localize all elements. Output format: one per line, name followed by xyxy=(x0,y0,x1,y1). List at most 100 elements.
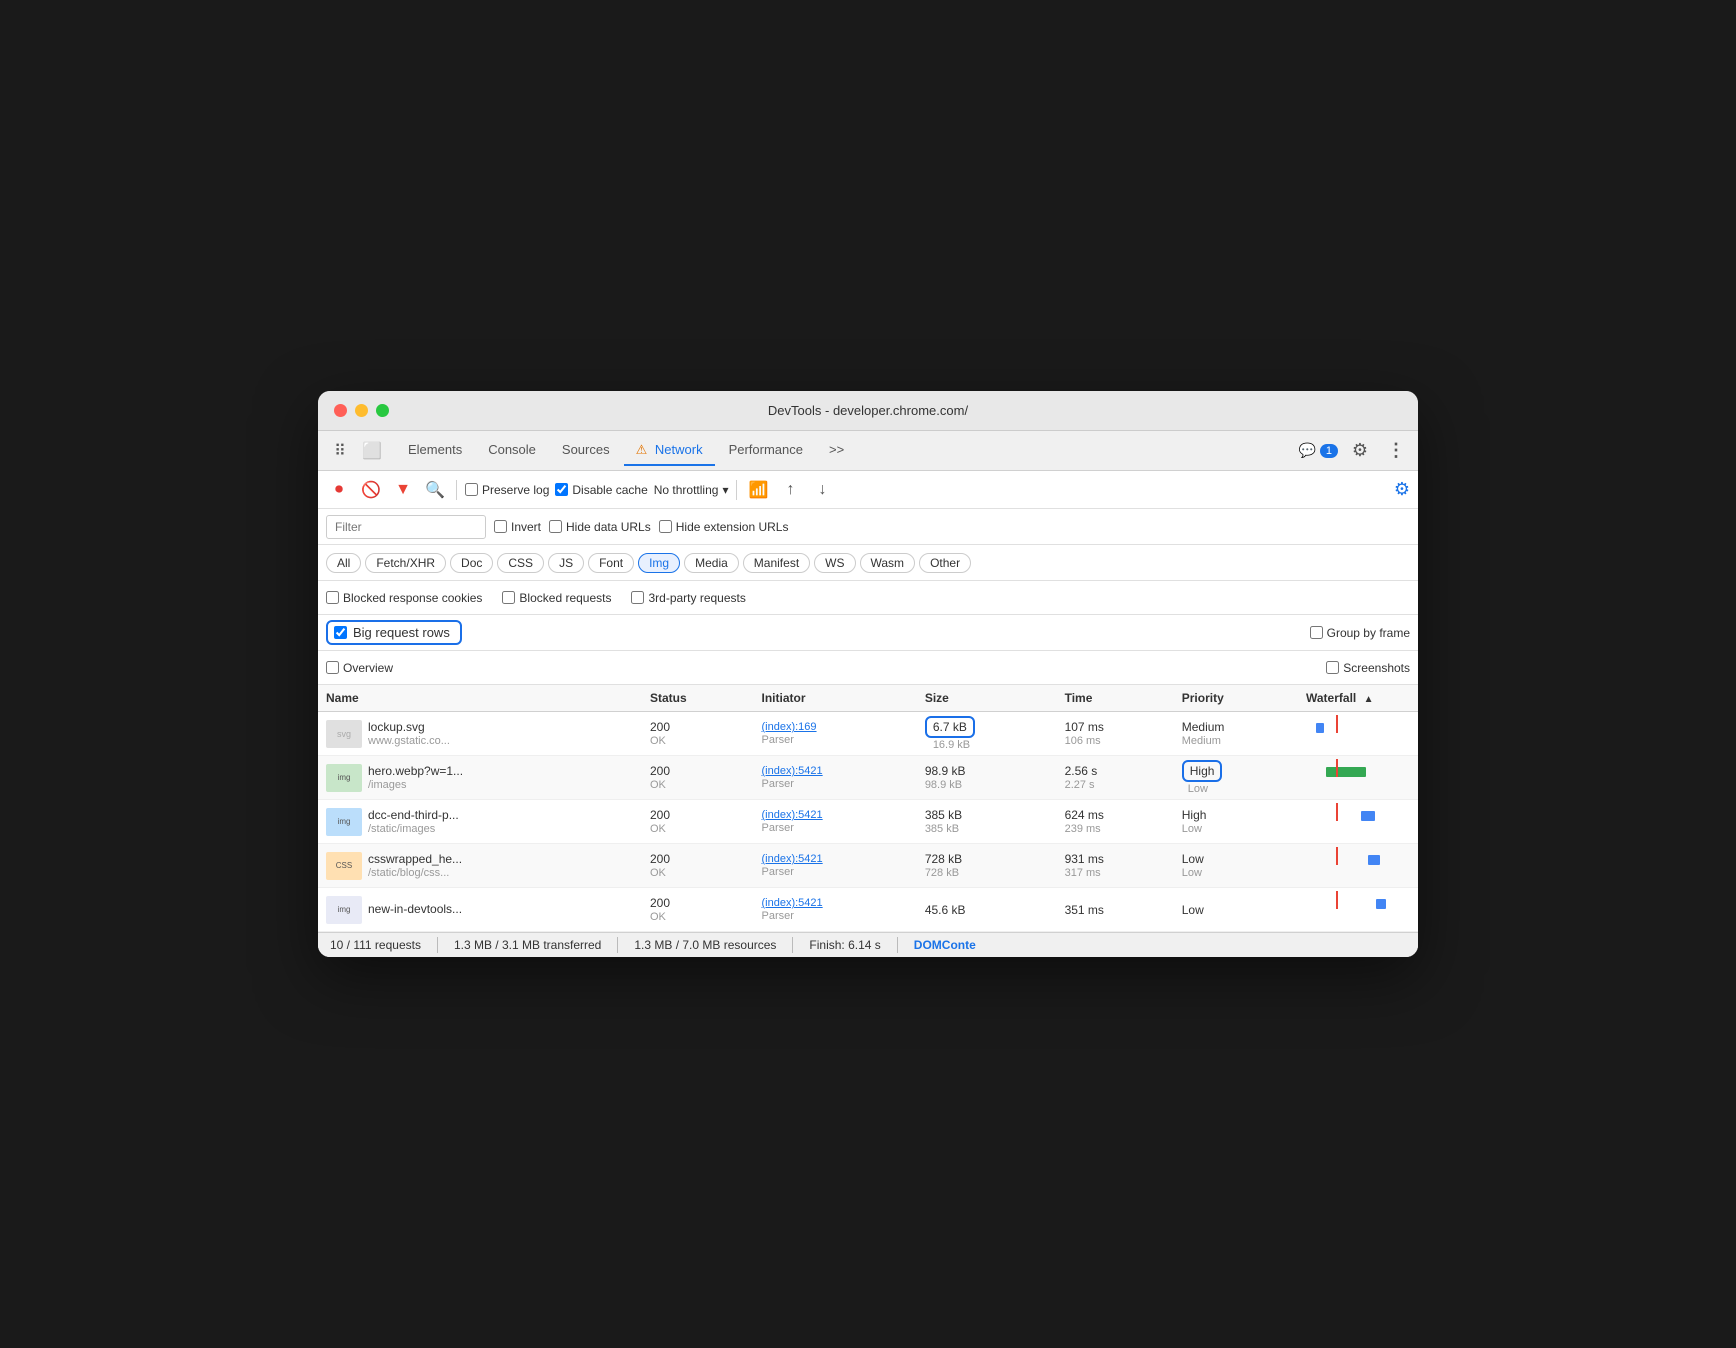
table-row[interactable]: CSS csswrapped_he... /static/blog/css... xyxy=(318,844,1418,888)
screenshots-checkbox[interactable] xyxy=(1326,661,1339,674)
size-block-2: 385 kB 385 kB xyxy=(925,808,1049,835)
cell-priority-3: Low Low xyxy=(1174,844,1298,888)
console-badge-button[interactable]: 💬 1 xyxy=(1298,442,1338,459)
cell-initiator-4: (index):5421 Parser xyxy=(754,888,917,932)
filter-button[interactable]: ▼ xyxy=(390,477,416,503)
status-block-2: 200 OK xyxy=(650,808,746,835)
pill-doc[interactable]: Doc xyxy=(450,553,493,573)
tab-console[interactable]: Console xyxy=(476,436,548,465)
inspect-icon[interactable]: ⠿ xyxy=(326,437,354,465)
time-block-0: 107 ms 106 ms xyxy=(1065,720,1166,747)
network-settings-icon[interactable]: ⚙ xyxy=(1394,479,1410,500)
table-body: svg lockup.svg www.gstatic.co... 200 xyxy=(318,712,1418,932)
third-party-checkbox[interactable] xyxy=(631,591,644,604)
dom-conte: DOMConte xyxy=(914,938,976,952)
big-request-rows-wrapper: Big request rows xyxy=(326,620,462,645)
hide-data-urls-label[interactable]: Hide data URLs xyxy=(549,520,651,534)
filter-input[interactable] xyxy=(326,515,486,539)
group-by-frame-checkbox[interactable] xyxy=(1310,626,1323,639)
overview-label[interactable]: Overview xyxy=(326,661,393,675)
title-bar: DevTools - developer.chrome.com/ xyxy=(318,391,1418,431)
cell-status-0: 200 OK xyxy=(642,712,754,756)
pill-other[interactable]: Other xyxy=(919,553,971,573)
disable-cache-checkbox[interactable] xyxy=(555,483,568,496)
toolbar-sep-2 xyxy=(736,480,737,500)
group-by-frame-label[interactable]: Group by frame xyxy=(1310,626,1410,640)
cell-time-1: 2.56 s 2.27 s xyxy=(1057,756,1174,800)
download-icon[interactable]: ↓ xyxy=(809,477,835,503)
device-toolbar-icon[interactable]: ⬜ xyxy=(358,437,386,465)
col-size[interactable]: Size xyxy=(917,685,1057,712)
close-button[interactable] xyxy=(334,404,347,417)
priority-block-0: Medium Medium xyxy=(1182,720,1290,747)
invert-label[interactable]: Invert xyxy=(494,520,541,534)
col-time[interactable]: Time xyxy=(1057,685,1174,712)
blocked-requests-label[interactable]: Blocked requests xyxy=(502,591,611,605)
hide-data-urls-checkbox[interactable] xyxy=(549,520,562,533)
cell-size-4: 45.6 kB xyxy=(917,888,1057,932)
pill-font[interactable]: Font xyxy=(588,553,634,573)
pill-all[interactable]: All xyxy=(326,553,361,573)
pill-wasm[interactable]: Wasm xyxy=(860,553,916,573)
tab-elements[interactable]: Elements xyxy=(396,436,474,465)
table-scroll[interactable]: Name Status Initiator Size Time Priority… xyxy=(318,685,1418,932)
disable-cache-label[interactable]: Disable cache xyxy=(555,483,647,497)
table-row[interactable]: img hero.webp?w=1... /images 200 xyxy=(318,756,1418,800)
tab-performance[interactable]: Performance xyxy=(717,436,815,465)
cell-name-2: img dcc-end-third-p... /static/images xyxy=(318,800,642,844)
cell-initiator-2: (index):5421 Parser xyxy=(754,800,917,844)
tab-more[interactable]: >> xyxy=(817,436,856,465)
settings-icon[interactable]: ⚙ xyxy=(1346,437,1374,465)
third-party-label[interactable]: 3rd-party requests xyxy=(631,591,745,605)
col-status[interactable]: Status xyxy=(642,685,754,712)
big-request-rows-label: Big request rows xyxy=(353,625,450,640)
more-options-icon[interactable]: ⋮ xyxy=(1382,437,1410,465)
tab-bar: ⠿ ⬜ Elements Console Sources ⚠ ⚠ Network… xyxy=(318,431,1418,471)
table-row[interactable]: img dcc-end-third-p... /static/images 20 xyxy=(318,800,1418,844)
big-request-rows-checkbox[interactable] xyxy=(334,626,347,639)
col-priority[interactable]: Priority xyxy=(1174,685,1298,712)
table-row[interactable]: img new-in-devtools... 200 xyxy=(318,888,1418,932)
cell-initiator-0: (index):169 Parser xyxy=(754,712,917,756)
cell-priority-4: Low xyxy=(1174,888,1298,932)
pill-css[interactable]: CSS xyxy=(497,553,544,573)
maximize-button[interactable] xyxy=(376,404,389,417)
resources-size: 1.3 MB / 7.0 MB resources xyxy=(634,938,776,952)
hide-ext-urls-label[interactable]: Hide extension URLs xyxy=(659,520,789,534)
col-initiator[interactable]: Initiator xyxy=(754,685,917,712)
search-button[interactable]: 🔍 xyxy=(422,477,448,503)
blocked-requests-checkbox[interactable] xyxy=(502,591,515,604)
blocked-cookies-label[interactable]: Blocked response cookies xyxy=(326,591,482,605)
screenshots-label[interactable]: Screenshots xyxy=(1326,661,1410,675)
col-waterfall[interactable]: Waterfall ▲ xyxy=(1298,685,1418,712)
wifi-icon[interactable]: 📶 xyxy=(745,477,771,503)
throttle-dropdown[interactable]: No throttling ▾ xyxy=(654,483,729,497)
minimize-button[interactable] xyxy=(355,404,368,417)
clear-button[interactable]: 🚫 xyxy=(358,477,384,503)
priority-highlight-1: High xyxy=(1182,760,1223,782)
initiator-block-3: (index):5421 Parser xyxy=(762,853,909,878)
invert-checkbox[interactable] xyxy=(494,520,507,533)
tab-network[interactable]: ⚠ ⚠ Network Network xyxy=(624,436,715,466)
pill-js[interactable]: JS xyxy=(548,553,584,573)
network-table: Name Status Initiator Size Time Priority… xyxy=(318,685,1418,932)
upload-icon[interactable]: ↑ xyxy=(777,477,803,503)
pill-fetch-xhr[interactable]: Fetch/XHR xyxy=(365,553,446,573)
preserve-log-checkbox[interactable] xyxy=(465,483,478,496)
pill-media[interactable]: Media xyxy=(684,553,739,573)
preserve-log-label[interactable]: Preserve log xyxy=(465,483,549,497)
pill-manifest[interactable]: Manifest xyxy=(743,553,810,573)
hide-ext-urls-checkbox[interactable] xyxy=(659,520,672,533)
table-row[interactable]: svg lockup.svg www.gstatic.co... 200 xyxy=(318,712,1418,756)
record-button[interactable]: ⏺ xyxy=(326,477,352,503)
blocked-cookies-checkbox[interactable] xyxy=(326,591,339,604)
status-block-3: 200 OK xyxy=(650,852,746,879)
col-name[interactable]: Name xyxy=(318,685,642,712)
pill-ws[interactable]: WS xyxy=(814,553,855,573)
pill-img[interactable]: Img xyxy=(638,553,680,573)
cell-status-1: 200 OK xyxy=(642,756,754,800)
time-block-1: 2.56 s 2.27 s xyxy=(1065,764,1166,791)
tab-sources[interactable]: Sources xyxy=(550,436,622,465)
tab-icons: ⠿ ⬜ xyxy=(326,437,386,465)
overview-checkbox[interactable] xyxy=(326,661,339,674)
